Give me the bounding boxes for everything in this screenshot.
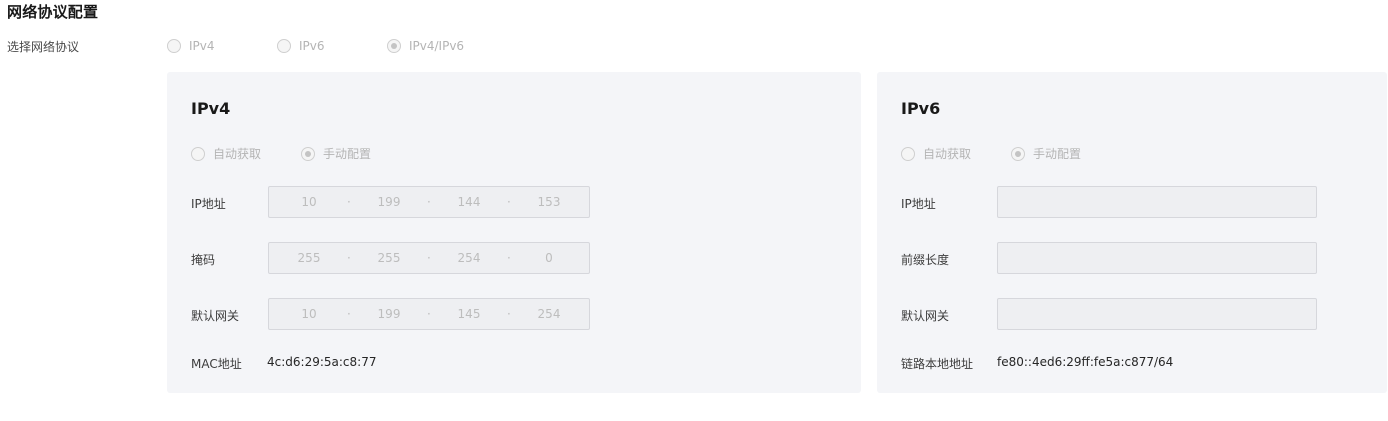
radio-circle-icon (191, 146, 205, 161)
ipv6-mode-manual-radio[interactable]: 手动配置 (1011, 145, 1081, 162)
ipv4-panel-title: IPv4 (191, 99, 231, 118)
ipv4-mode-manual-radio[interactable]: 手动配置 (301, 145, 371, 162)
ipv6-gateway-input[interactable] (997, 298, 1317, 330)
protocol-radio-ipv6[interactable]: IPv6 (277, 39, 325, 53)
ipv4-mode-auto-label: 自动获取 (213, 147, 262, 161)
ipv4-mask-input[interactable]: 255 · 255 · 254 · 0 (268, 242, 590, 274)
ipv6-mode-auto-label: 自动获取 (923, 147, 972, 161)
protocol-radio-label: IPv6 (299, 39, 325, 53)
ipv6-ip-input[interactable] (997, 186, 1317, 218)
ipv4-ip-input[interactable]: 10 · 199 · 144 · 153 (268, 186, 590, 218)
ip-octet: 199 (377, 195, 401, 209)
ip-octet: 10 (301, 307, 317, 321)
ipv4-gateway-label: 默认网关 (191, 309, 240, 323)
ip-octet: 255 (377, 251, 401, 265)
protocol-radio-ipv4[interactable]: IPv4 (167, 39, 215, 53)
radio-circle-icon (167, 39, 181, 53)
radio-checked-icon (1011, 146, 1025, 161)
ip-octet: 153 (537, 195, 561, 209)
protocol-radio-label: IPv4/IPv6 (409, 39, 465, 53)
ipv6-mode-auto-radio[interactable]: 自动获取 (901, 145, 971, 162)
ip-octet: 255 (297, 251, 321, 265)
ip-octet: 254 (457, 251, 481, 265)
ip-octet: 199 (377, 307, 401, 321)
radio-checked-icon (387, 39, 401, 53)
ipv6-mode-manual-label: 手动配置 (1033, 147, 1082, 161)
ipv4-mode-manual-label: 手动配置 (323, 147, 372, 161)
ipv4-gateway-input[interactable]: 10 · 199 · 145 · 254 (268, 298, 590, 330)
ipv6-gateway-label: 默认网关 (901, 309, 950, 323)
ipv6-prefix-input[interactable] (997, 242, 1317, 274)
radio-checked-icon (301, 146, 315, 161)
protocol-label: 选择网络协议 (7, 40, 80, 54)
ip-octet: 145 (457, 307, 481, 321)
ipv4-mode-auto-radio[interactable]: 自动获取 (191, 145, 261, 162)
ipv4-mask-label: 掩码 (191, 253, 216, 267)
ipv4-mac-value: 4c:d6:29:5a:c8:77 (267, 355, 377, 369)
ip-octet: 0 (545, 251, 553, 265)
ip-octet: 144 (457, 195, 481, 209)
ipv6-prefix-label: 前缀长度 (901, 253, 950, 267)
radio-circle-icon (901, 146, 915, 161)
ipv4-panel: IPv4 自动获取 手动配置 IP地址 10 · 199 · 144 · 153 掩码… (167, 72, 861, 393)
ipv4-mac-label: MAC地址 (191, 357, 242, 371)
ipv6-panel: IPv6 自动获取 手动配置 IP地址 前缀长度 默认网关 链路本地地址 fe8… (877, 72, 1387, 393)
ip-octet: 254 (537, 307, 561, 321)
ipv6-link-local-label: 链路本地地址 (901, 357, 974, 371)
protocol-radio-dual[interactable]: IPv4/IPv6 (387, 39, 464, 53)
ipv6-link-local-value: fe80::4ed6:29ff:fe5a:c877/64 (997, 355, 1174, 369)
ipv6-ip-label: IP地址 (901, 197, 936, 211)
protocol-radio-label: IPv4 (189, 39, 215, 53)
section-title: 网络协议配置 (7, 3, 99, 21)
radio-circle-icon (277, 39, 291, 53)
ipv4-ip-label: IP地址 (191, 197, 226, 211)
ipv6-panel-title: IPv6 (901, 99, 941, 118)
ip-octet: 10 (301, 195, 317, 209)
